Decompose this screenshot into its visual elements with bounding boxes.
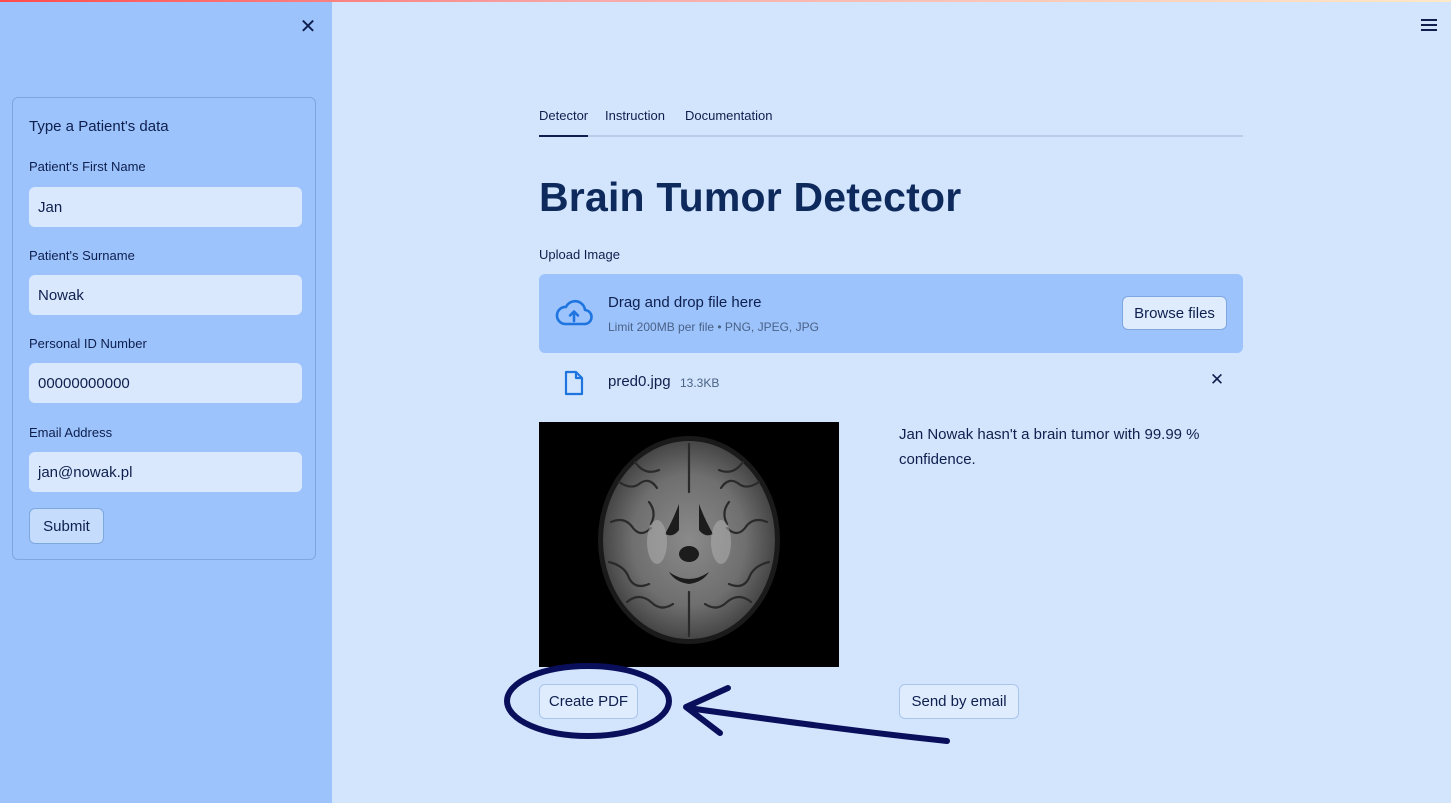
sidebar: ✕ Type a Patient's data Patient's First …: [0, 0, 332, 803]
surname-label: Patient's Surname: [29, 248, 135, 263]
tab-bar: Detector Instruction Documentation: [539, 104, 1243, 137]
tab-instruction[interactable]: Instruction: [605, 108, 665, 137]
personal-id-input[interactable]: 00000000000: [29, 363, 302, 403]
email-input[interactable]: jan@nowak.pl: [29, 452, 302, 492]
email-label: Email Address: [29, 425, 113, 440]
uploaded-file-row: pred0.jpg 13.3KB ✕: [539, 364, 1243, 400]
file-size: 13.3KB: [680, 376, 720, 390]
first-name-input[interactable]: Jan: [29, 187, 302, 227]
file-icon: [564, 370, 584, 396]
file-dropzone[interactable]: Drag and drop file here Limit 200MB per …: [539, 274, 1243, 353]
upload-label: Upload Image: [539, 247, 620, 262]
page-title: Brain Tumor Detector: [539, 174, 962, 220]
browse-files-button[interactable]: Browse files: [1122, 296, 1227, 330]
surname-input[interactable]: Nowak: [29, 275, 302, 315]
dropzone-limit: Limit 200MB per file • PNG, JPEG, JPG: [608, 320, 819, 334]
send-email-button[interactable]: Send by email: [899, 684, 1019, 719]
hamburger-menu-icon[interactable]: [1421, 14, 1443, 36]
annotation-arrow-head: [683, 685, 731, 736]
top-decoration-bar: [0, 0, 1451, 2]
tab-documentation[interactable]: Documentation: [685, 108, 772, 137]
dropzone-instructions: Drag and drop file here: [608, 294, 762, 311]
mri-brain-image: [539, 422, 839, 667]
remove-file-icon[interactable]: ✕: [1207, 370, 1227, 390]
close-icon[interactable]: ✕: [296, 14, 320, 38]
cloud-upload-icon: [555, 299, 593, 326]
create-pdf-button[interactable]: Create PDF: [539, 684, 638, 719]
personal-id-label: Personal ID Number: [29, 336, 147, 351]
first-name-label: Patient's First Name: [29, 159, 146, 174]
prediction-result: Jan Nowak hasn't a brain tumor with 99.9…: [899, 426, 1200, 468]
submit-button[interactable]: Submit: [29, 508, 104, 544]
file-name: pred0.jpg: [608, 373, 671, 390]
patient-form: Type a Patient's data Patient's First Na…: [12, 97, 316, 560]
tab-detector[interactable]: Detector: [539, 108, 589, 137]
form-title: Type a Patient's data: [29, 118, 169, 135]
